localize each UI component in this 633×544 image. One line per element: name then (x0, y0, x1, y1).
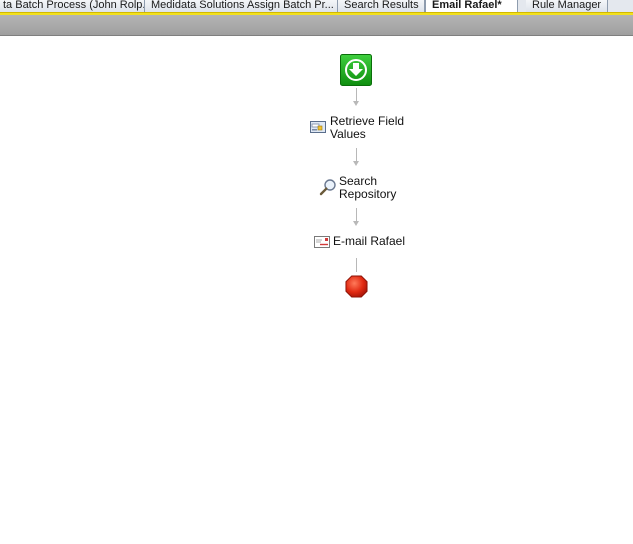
workflow-designer-canvas[interactable]: Retrieve Field Values Search Repository … (0, 36, 633, 544)
connector-line (356, 88, 357, 102)
step-label-line2: Values (330, 127, 366, 141)
workflow-step-email-rafael[interactable]: E-mail Rafael (314, 234, 406, 250)
retrieve-field-values-icon (310, 121, 326, 133)
magnifier-icon (319, 179, 336, 196)
connector-line (356, 208, 357, 222)
connector-arrowhead (353, 221, 359, 226)
tab-batch-process[interactable]: ta Batch Process (John Rolp... (0, 0, 145, 12)
document-tab-strip: ta Batch Process (John Rolp... Medidata … (0, 0, 633, 12)
tab-email-rafael[interactable]: Email Rafael* (425, 0, 518, 12)
connector-arrowhead (353, 161, 359, 166)
tab-assign-batch[interactable]: Medidata Solutions Assign Batch Pr... (145, 0, 338, 12)
tab-search-results[interactable]: Search Results (338, 0, 425, 12)
stop-sign-icon (345, 275, 368, 298)
toolbar-strip (0, 15, 633, 36)
tab-rule-manager[interactable]: Rule Manager (526, 0, 608, 12)
email-icon (314, 236, 330, 248)
workflow-step-retrieve-field-values[interactable]: Retrieve Field Values (310, 114, 410, 142)
connector-line (356, 148, 357, 162)
step-label: E-mail Rafael (333, 234, 406, 248)
workflow-end-node[interactable] (345, 275, 368, 303)
start-arrow-icon (340, 54, 372, 86)
workflow-step-search-repository[interactable]: Search Repository (318, 174, 408, 202)
workflow-start-node[interactable] (340, 54, 372, 91)
connector-line (356, 258, 357, 272)
step-label-line2: Repository (339, 187, 397, 201)
connector-arrowhead (353, 101, 359, 106)
